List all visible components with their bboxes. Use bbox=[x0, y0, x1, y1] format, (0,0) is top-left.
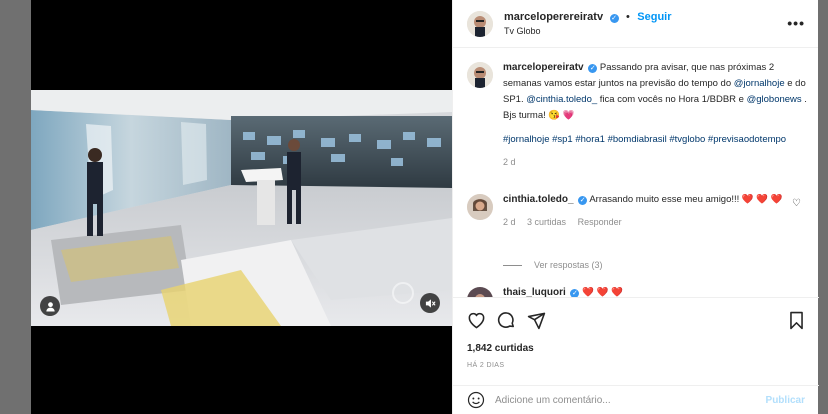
comment-text: Arrasando muito esse meu amigo!!! ❤️ ❤️ … bbox=[589, 194, 783, 205]
comment-age: 2 d bbox=[503, 217, 516, 227]
post-modal: marceloperereiratv ✓ • Seguir Tv Globo •… bbox=[31, 0, 819, 414]
page-backdrop-left bbox=[0, 0, 31, 414]
share-icon[interactable] bbox=[527, 311, 546, 330]
view-replies-button[interactable]: Ver respostas (3) bbox=[503, 260, 603, 270]
more-icon[interactable]: ••• bbox=[787, 15, 805, 31]
comment-likes[interactable]: 3 curtidas bbox=[527, 217, 566, 227]
caption-hashtags[interactable]: #jornalhoje #sp1 #hora1 #bomdiabrasil #t… bbox=[503, 132, 807, 148]
comment-input[interactable] bbox=[495, 394, 755, 406]
comment-text: ❤️ ❤️ ❤️ bbox=[582, 287, 623, 297]
caption-text: fica com vocês no Hora 1/BDBR e bbox=[597, 94, 747, 105]
view-replies-label: Ver respostas (3) bbox=[534, 260, 603, 270]
media-pane bbox=[31, 0, 452, 414]
page-backdrop-right bbox=[818, 0, 828, 414]
commenter-username[interactable]: thais_luquori bbox=[503, 287, 566, 297]
mute-button[interactable] bbox=[420, 293, 440, 313]
dot-separator: • bbox=[625, 11, 630, 23]
post-video[interactable] bbox=[31, 90, 452, 326]
caption-username[interactable]: marcelopereiratv bbox=[503, 62, 584, 73]
author-avatar[interactable] bbox=[467, 10, 493, 37]
verified-icon: ✓ bbox=[570, 289, 580, 297]
comment-icon[interactable] bbox=[497, 311, 516, 330]
caption-avatar[interactable] bbox=[467, 62, 493, 88]
comment-item: thais_luquori ✓ ❤️ ❤️ ❤️ bbox=[467, 285, 807, 297]
author-info: marceloperereiratv ✓ • Seguir Tv Globo bbox=[504, 9, 672, 38]
author-username[interactable]: marceloperereiratv bbox=[504, 11, 603, 23]
post-header: marceloperereiratv ✓ • Seguir Tv Globo •… bbox=[453, 0, 818, 48]
user-tag-button[interactable] bbox=[40, 296, 60, 316]
verified-icon: ✓ bbox=[578, 196, 588, 205]
emoji-icon[interactable] bbox=[467, 391, 485, 409]
post-details-panel: marceloperereiratv ✓ • Seguir Tv Globo •… bbox=[452, 0, 819, 414]
post-time: HÁ 2 DIAS bbox=[467, 362, 505, 369]
mention-link[interactable]: @jornalhoje bbox=[734, 78, 785, 89]
heart-icon[interactable] bbox=[467, 311, 486, 329]
caption-age: 2 d bbox=[503, 157, 516, 167]
comment-composer: Publicar bbox=[453, 385, 819, 414]
like-count[interactable]: 1,842 curtidas bbox=[467, 343, 805, 354]
mention-link[interactable]: @cinthia.toledo_ bbox=[526, 94, 597, 105]
replies-line bbox=[503, 264, 522, 266]
commenter-username[interactable]: cinthia.toledo_ bbox=[503, 194, 574, 205]
mute-icon bbox=[425, 298, 436, 308]
verified-icon: ✓ bbox=[588, 64, 598, 73]
verified-icon: ✓ bbox=[609, 14, 619, 23]
mention-link[interactable]: @globonews bbox=[747, 94, 802, 105]
bookmark-icon[interactable] bbox=[788, 311, 805, 330]
comment-item: cinthia.toledo_ ✓ Arrasando muito esse m… bbox=[467, 192, 807, 230]
follow-button[interactable]: Seguir bbox=[637, 11, 671, 23]
reply-button[interactable]: Responder bbox=[578, 217, 622, 227]
commenter-avatar[interactable] bbox=[467, 194, 493, 220]
comments-list: marcelopereiratv ✓ Passando pra avisar, … bbox=[453, 49, 819, 297]
post-actions: 1,842 curtidas HÁ 2 DIAS bbox=[453, 297, 819, 377]
user-tag-icon bbox=[45, 301, 55, 312]
post-location[interactable]: Tv Globo bbox=[504, 24, 672, 38]
comment-like-icon[interactable]: ♡ bbox=[792, 198, 801, 209]
commenter-avatar[interactable] bbox=[467, 287, 493, 297]
caption: marcelopereiratv ✓ Passando pra avisar, … bbox=[467, 60, 807, 170]
publish-button[interactable]: Publicar bbox=[766, 395, 805, 406]
